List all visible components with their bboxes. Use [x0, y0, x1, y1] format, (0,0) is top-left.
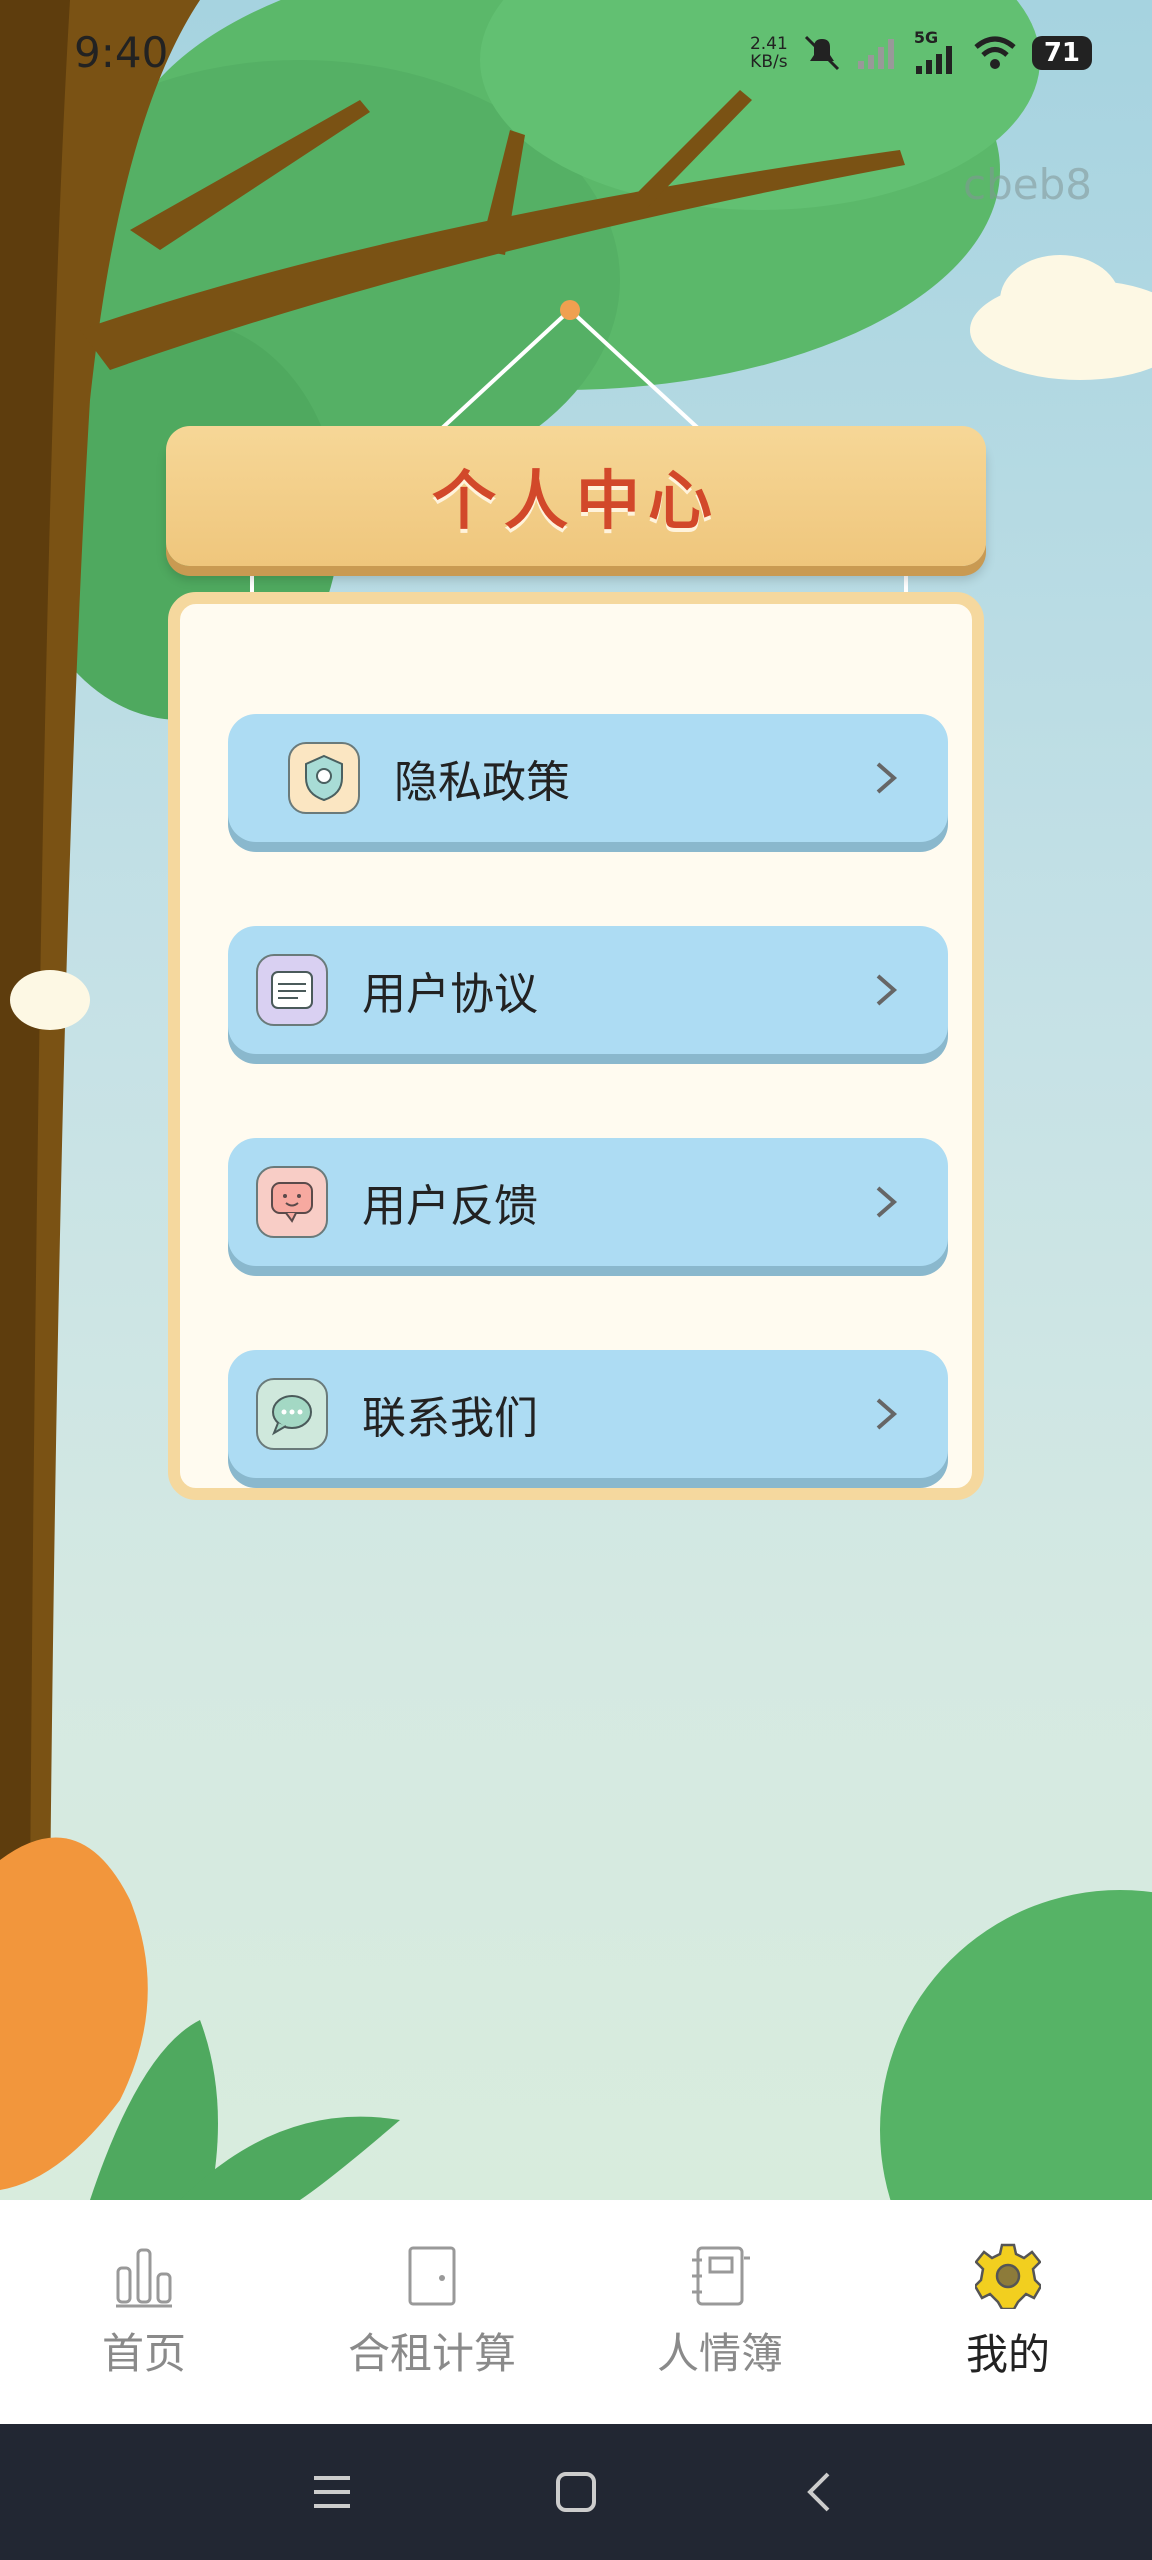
menu-icon[interactable]: [310, 2470, 354, 2514]
chevron-right-icon: [876, 762, 898, 794]
menu-item-label: 隐私政策: [394, 757, 570, 808]
gear-icon: [975, 2243, 1041, 2309]
menu-item-user-feedback[interactable]: 用户反馈: [228, 1138, 948, 1266]
door-icon: [408, 2246, 456, 2305]
bar-chart-icon: [116, 2248, 172, 2307]
title-board: 个人中心: [166, 426, 986, 566]
feedback-icon: [256, 1166, 328, 1238]
nav-tab-shared-rent[interactable]: 合租计算: [288, 2200, 576, 2424]
chat-icon: [256, 1378, 328, 1450]
nav-tab-home[interactable]: 首页: [0, 2200, 288, 2424]
menu-item-user-agreement[interactable]: 用户协议: [228, 926, 948, 1054]
chevron-right-icon: [876, 1398, 898, 1430]
back-icon[interactable]: [798, 2470, 842, 2514]
bottom-nav: 首页 合租计算 人情簿 我的: [0, 2200, 1152, 2424]
chevron-right-icon: [876, 974, 898, 1006]
nav-label: 合租计算: [347, 2328, 516, 2378]
nav-tab-mine[interactable]: 我的: [864, 2200, 1152, 2424]
menu-item-label: 联系我们: [362, 1393, 538, 1444]
home-icon[interactable]: [554, 2470, 598, 2514]
page-title: 个人中心: [432, 465, 720, 539]
menu-item-contact-us[interactable]: 联系我们: [228, 1350, 948, 1478]
menu-item-label: 用户协议: [362, 969, 538, 1020]
nav-label: 人情簿: [656, 2328, 783, 2378]
menu-panel: 隐私政策 用户协议 用户反馈 联系我们: [168, 592, 984, 1500]
menu-item-label: 用户反馈: [362, 1181, 538, 1232]
menu-item-privacy-policy[interactable]: 隐私政策: [228, 714, 948, 842]
notebook-icon: [692, 2246, 750, 2305]
nav-tab-gift-book[interactable]: 人情簿: [576, 2200, 864, 2424]
chevron-right-icon: [876, 1186, 898, 1218]
nav-label: 我的: [965, 2329, 1050, 2379]
background-scene: 9:40 2.41 KB/s 5G 71 cbeb8 个人中心 隐私政策 用户协…: [0, 0, 1152, 2200]
shield-icon: [288, 742, 360, 814]
system-nav-bar: [0, 2424, 1152, 2560]
nav-label: 首页: [101, 2328, 186, 2378]
document-icon: [256, 954, 328, 1026]
